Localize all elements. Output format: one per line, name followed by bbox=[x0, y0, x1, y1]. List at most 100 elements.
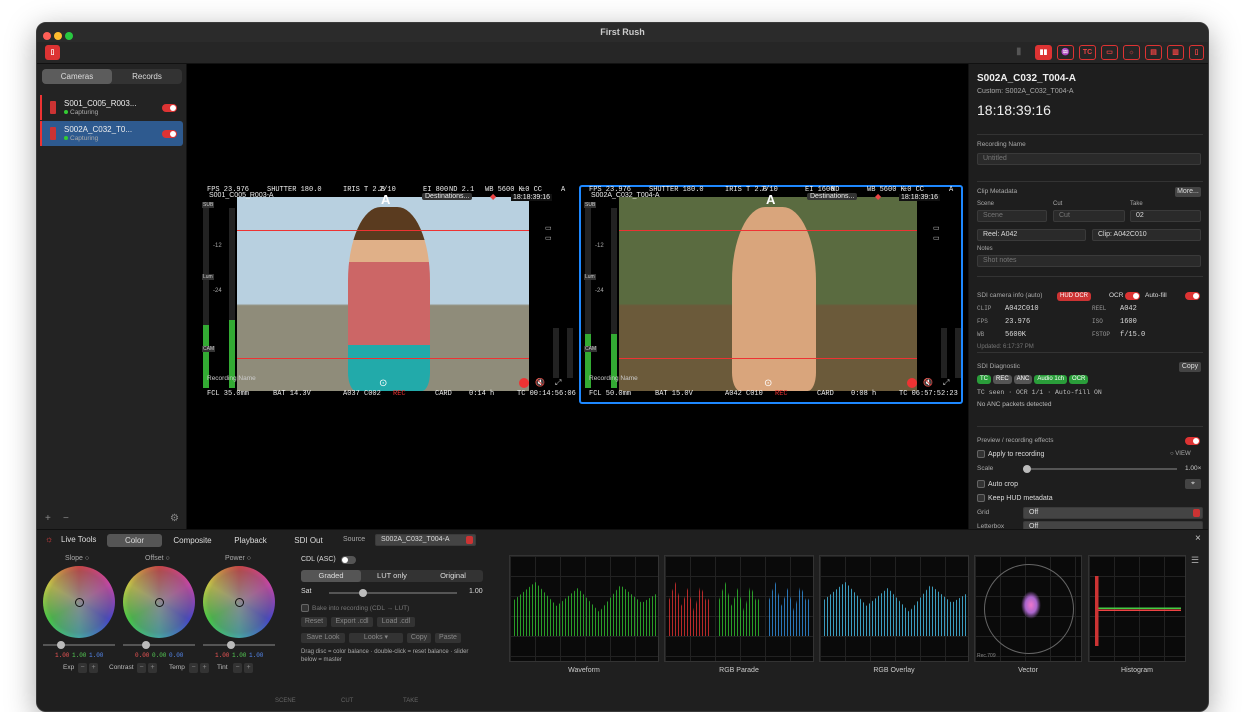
mute-icon[interactable]: 🔇 bbox=[923, 378, 933, 387]
camera-item[interactable]: S001_C005_R003... Capturing bbox=[40, 95, 183, 120]
look-button[interactable]: Save Look bbox=[301, 633, 345, 643]
slider-knob[interactable] bbox=[57, 641, 65, 649]
close-window-button[interactable] bbox=[43, 32, 51, 40]
mute-icon[interactable]: 🔇 bbox=[535, 378, 545, 387]
ocr-toggle[interactable] bbox=[1125, 292, 1140, 300]
mode-lut-only[interactable]: LUT only bbox=[361, 570, 423, 582]
record-button[interactable] bbox=[907, 378, 917, 388]
slider-knob[interactable] bbox=[227, 641, 235, 649]
decrease-button[interactable]: − bbox=[233, 663, 242, 673]
tab-records[interactable]: Records bbox=[112, 69, 182, 84]
recording-name-input[interactable]: Untitled bbox=[977, 153, 1201, 165]
sat-slider[interactable] bbox=[329, 589, 457, 597]
apply-to-recording-checkbox[interactable]: Apply to recording bbox=[977, 450, 1044, 458]
tab-composite[interactable]: Composite bbox=[165, 534, 220, 547]
destinations-button[interactable]: Destinations... bbox=[807, 193, 858, 200]
scale-slider[interactable] bbox=[1023, 465, 1177, 473]
camera-item[interactable]: S002A_C032_T0... Capturing bbox=[40, 121, 183, 146]
bake-checkbox[interactable]: Bake into recording (CDL → LUT) bbox=[301, 604, 409, 612]
cdl-button[interactable]: Reset bbox=[301, 617, 327, 627]
overlay-icon[interactable]: ▭ bbox=[1101, 45, 1118, 60]
film-icon[interactable]: ▤ bbox=[1145, 45, 1162, 60]
look-button[interactable]: Looks ▾ bbox=[349, 633, 403, 643]
camera-feed[interactable]: FPS 23.976 SHUTTER 180.0 IRIS T 2.8 7/10 EI … bbox=[579, 185, 963, 404]
take-input[interactable]: 02 bbox=[1130, 210, 1201, 222]
meters-icon[interactable]: ▥ bbox=[1167, 45, 1184, 60]
recording-name-section: Recording Name Untitled bbox=[977, 134, 1203, 184]
bookmark-icon[interactable]: ▮ bbox=[1016, 46, 1022, 57]
timecode-display: 18:18:39:16 bbox=[977, 102, 1051, 118]
increase-button[interactable]: + bbox=[89, 663, 98, 673]
decrease-button[interactable]: − bbox=[78, 663, 87, 673]
cdl-toggle[interactable] bbox=[341, 556, 356, 564]
increase-button[interactable]: + bbox=[244, 663, 253, 673]
autofill-toggle[interactable] bbox=[1185, 292, 1200, 300]
auto-crop-checkbox[interactable]: Auto crop bbox=[977, 480, 1018, 488]
keep-hud-checkbox[interactable]: Keep HUD metadata bbox=[977, 494, 1053, 502]
camera-status: Capturing bbox=[64, 109, 98, 116]
color-wheel[interactable] bbox=[43, 566, 115, 638]
remove-camera-button[interactable]: − bbox=[63, 513, 69, 524]
close-icon[interactable]: × bbox=[1195, 533, 1201, 544]
diagnostic-badges: TC REC ANC Audio 1ch OCR bbox=[977, 375, 1090, 384]
add-camera-button[interactable]: + bbox=[45, 513, 51, 524]
expand-icon[interactable]: ⤢ bbox=[555, 378, 561, 388]
camera-toggle[interactable] bbox=[162, 104, 177, 112]
tab-color[interactable]: Color bbox=[107, 534, 162, 547]
feed-name[interactable]: S001_C005_R003-A bbox=[209, 192, 274, 199]
camera-feed[interactable]: FPS 23.976 SHUTTER 180.0 IRIS T 2.8 2/10 EI … bbox=[197, 186, 576, 404]
layout-split-icon[interactable]: ▮▮ bbox=[1035, 45, 1052, 60]
view-radio[interactable]: ○ VIEW bbox=[1170, 451, 1191, 457]
color-wheel[interactable] bbox=[203, 566, 275, 638]
increase-button[interactable]: + bbox=[148, 663, 157, 673]
minimize-window-button[interactable] bbox=[54, 32, 62, 40]
timecode-icon[interactable]: TC bbox=[1079, 45, 1096, 60]
look-button[interactable]: Copy bbox=[407, 633, 431, 643]
cdl-button[interactable]: Load .cdl bbox=[377, 617, 415, 627]
feed-name[interactable]: S002A_C032_T004-A bbox=[591, 192, 660, 199]
notes-input[interactable]: Shot notes bbox=[977, 255, 1201, 267]
sidebar-toggle-icon[interactable]: ▯ bbox=[45, 45, 60, 60]
tag-icon[interactable]: ◆ bbox=[490, 192, 496, 201]
camera-toggle[interactable] bbox=[162, 130, 177, 138]
wheel-master-slider[interactable] bbox=[43, 641, 115, 649]
right-meter bbox=[567, 328, 573, 378]
copy-diagnostic-button[interactable]: Copy bbox=[1179, 362, 1201, 372]
clip-field[interactable]: Clip: A042C010 bbox=[1092, 229, 1201, 241]
inspector-toggle-icon[interactable]: ▯ bbox=[1189, 45, 1204, 60]
exposure-icon[interactable]: ☼ bbox=[1123, 45, 1140, 60]
preview-effects-toggle[interactable] bbox=[1185, 437, 1200, 445]
scope-settings-icon[interactable]: ☰ bbox=[1191, 555, 1199, 566]
zoom-window-button[interactable] bbox=[65, 32, 73, 40]
source-select[interactable]: S002A_C032_T004-A bbox=[375, 534, 476, 546]
multiview: FPS 23.976 SHUTTER 180.0 IRIS T 2.8 2/10 EI … bbox=[187, 64, 968, 529]
reel-field[interactable]: Reel: A042 bbox=[977, 229, 1086, 241]
crop-target-icon[interactable]: ⌖ bbox=[1185, 479, 1201, 489]
tab-playback[interactable]: Playback bbox=[223, 534, 278, 547]
source-label: Source bbox=[343, 536, 366, 543]
increase-button[interactable]: + bbox=[200, 663, 209, 673]
scene-input[interactable]: Scene bbox=[977, 210, 1047, 222]
destinations-button[interactable]: Destinations... bbox=[422, 193, 473, 200]
gear-icon[interactable]: ⚙ bbox=[170, 513, 179, 524]
wheel-master-slider[interactable] bbox=[123, 641, 195, 649]
cdl-button[interactable]: Export .cdl bbox=[331, 617, 373, 627]
audio-icon[interactable]: ♒ bbox=[1057, 45, 1074, 60]
color-wheel[interactable] bbox=[123, 566, 195, 638]
tab-sdi-out[interactable]: SDI Out bbox=[281, 534, 336, 547]
decrease-button[interactable]: − bbox=[137, 663, 146, 673]
tag-icon[interactable]: ◆ bbox=[875, 192, 881, 201]
mode-graded[interactable]: Graded bbox=[301, 570, 361, 582]
look-button[interactable]: Paste bbox=[435, 633, 461, 643]
right-meter bbox=[955, 328, 961, 378]
grid-select[interactable]: Off bbox=[1023, 507, 1203, 519]
mode-original[interactable]: Original bbox=[423, 570, 483, 582]
expand-icon[interactable]: ⤢ bbox=[943, 378, 949, 388]
decrease-button[interactable]: − bbox=[189, 663, 198, 673]
tab-cameras[interactable]: Cameras bbox=[42, 69, 112, 84]
cut-input[interactable]: Cut bbox=[1053, 210, 1125, 222]
more-button[interactable]: More... bbox=[1175, 187, 1201, 197]
record-button[interactable] bbox=[519, 378, 529, 388]
wheel-master-slider[interactable] bbox=[203, 641, 275, 649]
slider-knob[interactable] bbox=[142, 641, 150, 649]
